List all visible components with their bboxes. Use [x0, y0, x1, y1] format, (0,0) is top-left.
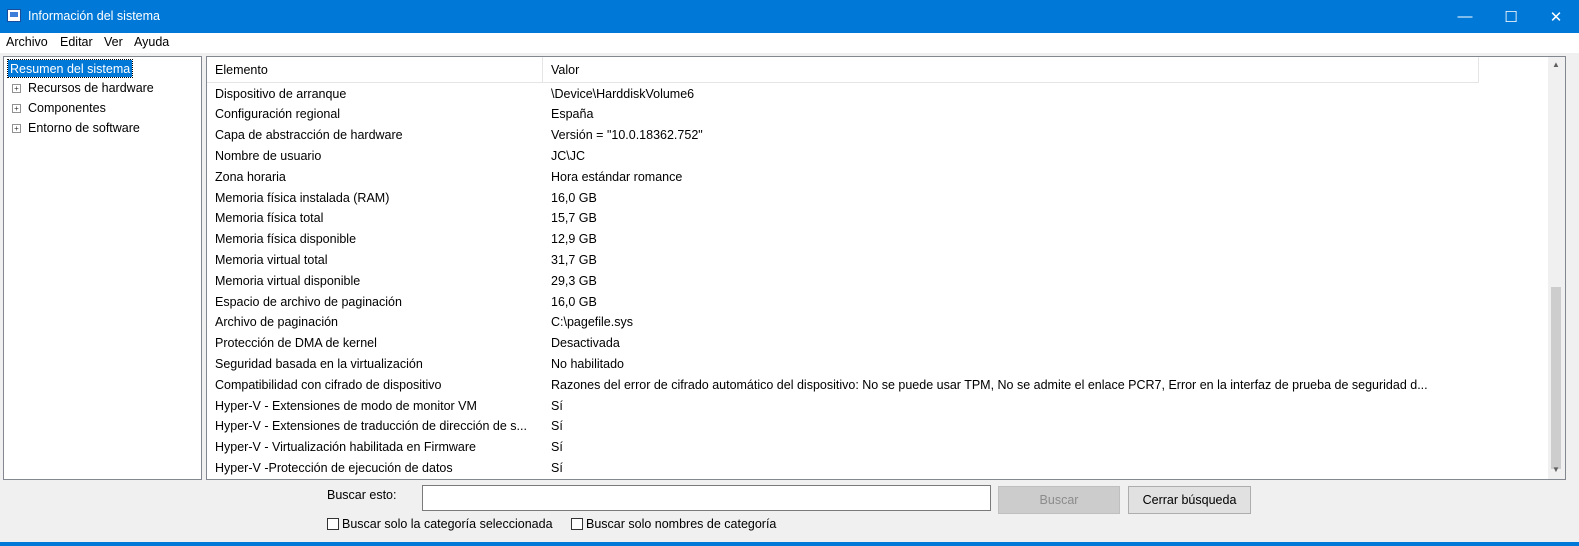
table-row[interactable]: Configuración regional España [207, 104, 1537, 125]
system-info-icon [7, 9, 21, 22]
menu-bar: Archivo Editar Ver Ayuda [0, 33, 1579, 53]
row-element: Compatibilidad con cifrado de dispositiv… [215, 377, 442, 392]
vertical-scrollbar[interactable]: ▲ ▼ [1548, 57, 1565, 479]
table-row[interactable]: Hyper-V - Extensiones de modo de monitor… [207, 395, 1537, 416]
search-label: Buscar esto: [327, 488, 397, 502]
menu-archivo[interactable]: Archivo [6, 35, 48, 49]
row-element: Hyper-V - Extensiones de modo de monitor… [215, 398, 477, 413]
row-element: Memoria virtual disponible [215, 273, 361, 288]
scroll-up-icon[interactable]: ▲ [1552, 60, 1560, 69]
row-value: No habilitado [551, 356, 624, 371]
tree-item-label: Entorno de software [28, 121, 140, 135]
search-category-names-label: Buscar solo nombres de categoría [586, 517, 777, 531]
row-element: Capa de abstracción de hardware [215, 128, 403, 143]
search-selected-category-option[interactable]: Buscar solo la categoría seleccionada [327, 517, 553, 531]
table-row[interactable]: Dispositivo de arranque \Device\HarddiskV… [207, 83, 1537, 104]
search-category-names-option[interactable]: Buscar solo nombres de categoría [571, 517, 776, 531]
row-element: Memoria física instalada (RAM) [215, 190, 390, 205]
row-element: Archivo de paginación [215, 315, 338, 330]
table-row[interactable]: Hyper-V -Protección de ejecución de dato… [207, 457, 1537, 478]
row-value: Versión = "10.0.18362.752" [551, 128, 703, 143]
search-button[interactable]: Buscar [998, 486, 1120, 514]
table-row[interactable]: Archivo de paginación C:\pagefile.sys [207, 312, 1537, 333]
category-tree: Resumen del sistema + Recursos de hardwa… [3, 56, 202, 480]
table-row[interactable]: Zona horaria Hora estándar romance [207, 166, 1537, 187]
search-input[interactable] [422, 485, 991, 511]
row-value: España [551, 107, 594, 122]
list-header: Elemento Valor [207, 57, 1479, 83]
table-row[interactable]: Hyper-V - Extensiones de traducción de d… [207, 416, 1537, 437]
maximize-button[interactable]: ☐ [1488, 0, 1534, 33]
close-search-button[interactable]: Cerrar búsqueda [1128, 486, 1251, 514]
expand-icon[interactable]: + [12, 123, 21, 133]
row-value: 16,0 GB [551, 190, 597, 205]
table-row[interactable]: Hyper-V - Virtualización habilitada en F… [207, 437, 1537, 458]
row-element: Memoria física total [215, 211, 324, 226]
row-value: JC\JC [551, 148, 586, 163]
row-value: 31,7 GB [551, 252, 597, 267]
tree-item-label: Componentes [28, 101, 106, 115]
search-selected-category-label: Buscar solo la categoría seleccionada [342, 517, 553, 531]
table-row[interactable]: Memoria física disponible 12,9 GB [207, 229, 1537, 250]
tree-item-label: Recursos de hardware [28, 81, 154, 95]
row-element: Dispositivo de arranque [215, 86, 347, 101]
row-element: Nombre de usuario [215, 148, 322, 163]
row-value: Razones del error de cifrado automático … [551, 377, 1428, 392]
table-row[interactable]: Seguridad basada en la virtualización No … [207, 353, 1537, 374]
row-element: Seguridad basada en la virtualización [215, 356, 423, 371]
minimize-button[interactable]: — [1442, 0, 1488, 33]
row-value: C:\pagefile.sys [551, 315, 633, 330]
details-list: Elemento Valor Dispositivo de arranque \D… [206, 56, 1566, 480]
scroll-down-icon[interactable]: ▼ [1552, 465, 1560, 474]
row-value: 15,7 GB [551, 211, 597, 226]
table-row[interactable]: Memoria virtual disponible 29,3 GB [207, 270, 1537, 291]
tree-item-resumen-del-sistema[interactable]: Resumen del sistema [6, 59, 134, 78]
title-bar: Información del sistema — ☐ ✕ [0, 0, 1579, 33]
row-element: Hyper-V -Protección de ejecución de dato… [215, 460, 453, 475]
table-row[interactable]: Protección de DMA de kernel Desactivada [207, 333, 1537, 354]
table-row[interactable]: Memoria física instalada (RAM) 16,0 GB [207, 187, 1537, 208]
expand-icon[interactable]: + [12, 103, 21, 113]
row-element: Configuración regional [215, 107, 341, 122]
close-button[interactable]: ✕ [1533, 0, 1579, 33]
row-value: 16,0 GB [551, 294, 597, 309]
row-value: Sí [551, 419, 563, 434]
table-row[interactable]: Memoria física total 15,7 GB [207, 208, 1537, 229]
row-element: Espacio de archivo de paginación [215, 294, 402, 309]
row-value: Sí [551, 460, 563, 475]
row-element: Zona horaria [215, 169, 286, 184]
table-row[interactable]: Memoria virtual total 31,7 GB [207, 249, 1537, 270]
row-value: 29,3 GB [551, 273, 597, 288]
search-selected-category-checkbox[interactable] [327, 518, 339, 530]
row-value: Desactivada [551, 336, 620, 351]
expand-icon[interactable]: + [12, 83, 21, 93]
row-element: Memoria virtual total [215, 252, 328, 267]
row-value: Sí [551, 440, 563, 455]
table-row[interactable]: Espacio de archivo de paginación 16,0 GB [207, 291, 1537, 312]
table-row[interactable]: Compatibilidad con cifrado de dispositiv… [207, 374, 1537, 395]
row-value: Sí [551, 398, 563, 413]
menu-ayuda[interactable]: Ayuda [134, 35, 169, 49]
window-title: Información del sistema [28, 9, 161, 23]
menu-ver[interactable]: Ver [104, 35, 123, 49]
column-header-elemento[interactable]: Elemento [207, 57, 543, 82]
row-element: Memoria física disponible [215, 232, 357, 247]
row-value: \Device\HarddiskVolume6 [551, 86, 695, 101]
row-element: Protección de DMA de kernel [215, 336, 377, 351]
row-value: Hora estándar romance [551, 169, 683, 184]
menu-editar[interactable]: Editar [60, 35, 93, 49]
table-row[interactable]: Nombre de usuario JC\JC [207, 145, 1537, 166]
column-header-valor[interactable]: Valor [543, 57, 1479, 82]
row-value: 12,9 GB [551, 232, 597, 247]
window-border [0, 542, 1579, 546]
scroll-thumb[interactable] [1551, 287, 1561, 469]
row-element: Hyper-V - Virtualización habilitada en F… [215, 440, 476, 455]
row-element: Hyper-V - Extensiones de traducción de d… [215, 419, 527, 434]
search-category-names-checkbox[interactable] [571, 518, 583, 530]
table-row[interactable]: Capa de abstracción de hardware Versión =… [207, 125, 1537, 146]
